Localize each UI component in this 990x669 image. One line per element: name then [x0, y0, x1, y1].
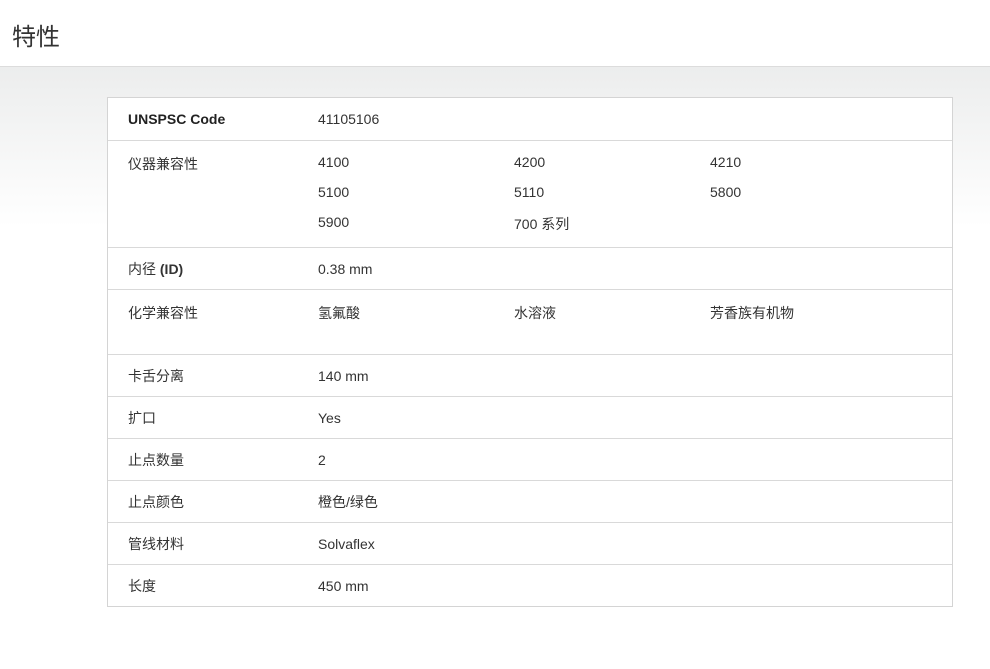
spec-value-item: 5800: [710, 184, 742, 200]
spec-value-grid: 氢氟酸 水溶液 芳香族有机物: [318, 303, 952, 323]
spec-label: 止点颜色: [128, 493, 184, 510]
spec-value: 0.38 mm: [318, 260, 373, 277]
spec-row-inner-diameter: 内径 (ID) 0.38 mm: [108, 247, 952, 289]
spec-label-abbr: (ID): [159, 260, 184, 277]
spec-row-instrument-compatibility: 仪器兼容性 4100 4200 4210 5100 5110 5800 5900…: [108, 140, 952, 247]
spec-label: 内径 (ID): [108, 259, 318, 279]
spec-label: 管线材料: [128, 535, 184, 552]
spec-value-item: 4100: [318, 154, 350, 170]
spec-value-item: 4200: [514, 154, 546, 170]
spec-label: 止点数量: [128, 451, 184, 468]
spec-value: 450 mm: [318, 577, 369, 594]
spec-label-text: 内径: [128, 260, 160, 277]
spec-value-item: 4210: [710, 154, 742, 170]
spec-label: 卡舌分离: [128, 367, 184, 384]
page-header: 特性: [0, 0, 990, 67]
spec-value-item: 5900: [318, 214, 350, 230]
content-area: UNSPSC Code 41105106 仪器兼容性 4100 4200 421…: [0, 67, 990, 669]
spec-label: 扩口: [128, 409, 156, 426]
spec-row-length: 长度 450 mm: [108, 564, 952, 606]
spec-value-item: 5100: [318, 184, 350, 200]
spec-value-grid: 4100 4200 4210 5100 5110 5800 5900 700 系…: [318, 154, 952, 244]
page-title: 特性: [12, 24, 60, 51]
spec-row-flared: 扩口 Yes: [108, 396, 952, 438]
spec-value-item: 芳香族有机物: [710, 305, 794, 321]
spec-table: UNSPSC Code 41105106 仪器兼容性 4100 4200 421…: [107, 97, 953, 607]
spec-value: 41105106: [318, 111, 380, 127]
spec-value: 橙色/绿色: [318, 493, 378, 510]
spec-row-unspsc: UNSPSC Code 41105106: [108, 98, 952, 140]
spec-value: 140 mm: [318, 367, 369, 384]
spec-value: 2: [318, 451, 326, 468]
spec-label: 仪器兼容性: [128, 156, 198, 172]
spec-value-item: 氢氟酸: [318, 305, 360, 321]
spec-value-item: 水溶液: [514, 305, 556, 321]
spec-value: Solvaflex: [318, 535, 375, 552]
spec-value: Yes: [318, 409, 341, 426]
spec-label: 长度: [128, 577, 156, 594]
spec-label: UNSPSC Code: [128, 111, 226, 127]
spec-row-stop-count: 止点数量 2: [108, 438, 952, 480]
spec-row-tubing-material: 管线材料 Solvaflex: [108, 522, 952, 564]
spec-value-item: 700 系列: [514, 216, 570, 232]
spec-value-item: 5110: [514, 184, 545, 200]
spec-label: 化学兼容性: [128, 305, 198, 321]
spec-row-tab-separation: 卡舌分离 140 mm: [108, 354, 952, 396]
spec-row-chemical-compatibility: 化学兼容性 氢氟酸 水溶液 芳香族有机物: [108, 289, 952, 354]
spec-row-stop-color: 止点颜色 橙色/绿色: [108, 480, 952, 522]
